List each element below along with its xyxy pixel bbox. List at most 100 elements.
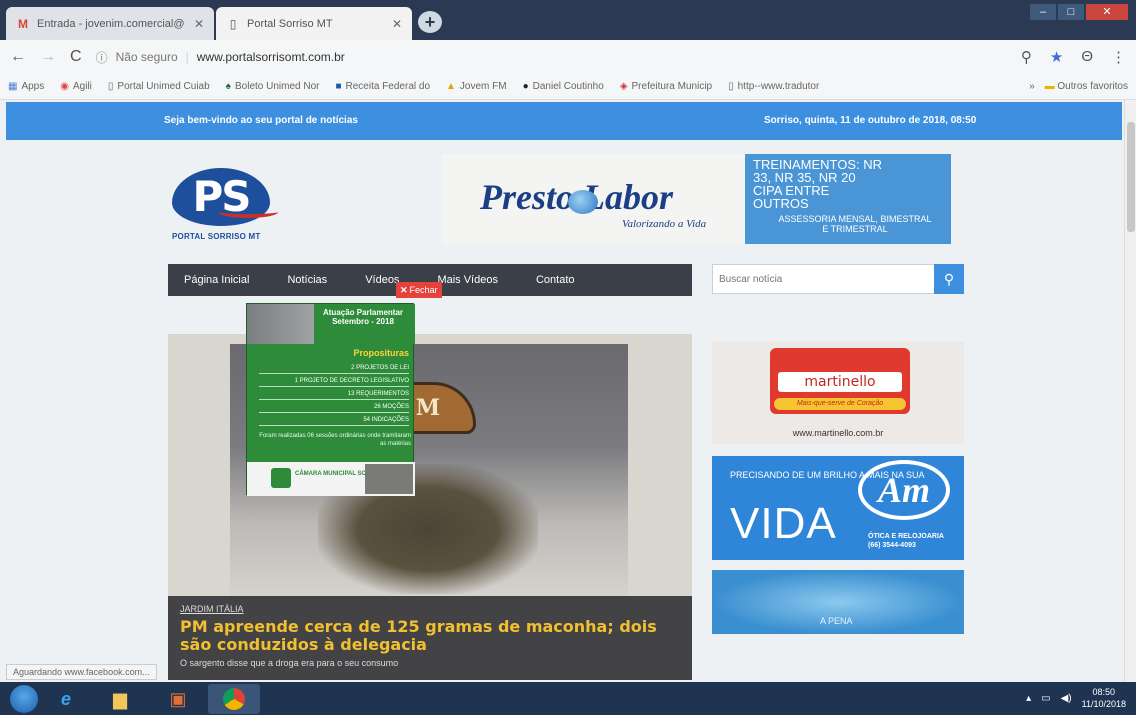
city-seal-icon: [271, 468, 291, 488]
am-otica-ad[interactable]: PRECISANDO DE UM BRILHO A MAIS NA SUA VI…: [712, 456, 964, 560]
internet-explorer-icon[interactable]: e: [48, 687, 84, 711]
article-lead: O sargento disse que a droga era para o …: [180, 658, 399, 668]
bookmark-icon: ▲: [446, 81, 456, 92]
system-tray: ▴ ▭ ◀) 08:50 11/10/2018: [1026, 686, 1126, 710]
bookmark-prefeitura[interactable]: ◈ Prefeitura Municip: [620, 81, 712, 92]
profile-icon[interactable]: Θ: [1081, 48, 1093, 66]
url-text[interactable]: www.portalsorrisomt.com.br: [197, 50, 345, 64]
popup-row: 2 PROJETOS DE LEI: [259, 362, 409, 374]
bookmark-unimed-cuiaba[interactable]: ▯ Portal Unimed Cuiab: [108, 81, 210, 92]
toolbar-actions: ⚲ ★ Θ ⋮: [1021, 48, 1126, 66]
search-box: ⚲: [712, 264, 964, 294]
status-text: Aguardando www.facebook.com...: [6, 664, 157, 680]
banner-title: TREINAMENTOS: NR 33, NR 35, NR 20 CIPA E…: [753, 157, 883, 211]
martinello-url: www.martinello.com.br: [792, 428, 884, 438]
logo-swoosh: [218, 206, 278, 218]
windows-taskbar: e ▆ ▣ ▴ ▭ ◀) 08:50 11/10/2018: [0, 682, 1136, 715]
popup-section: Proposituras: [353, 348, 409, 358]
scrollbar-thumb[interactable]: [1127, 122, 1135, 232]
info-icon[interactable]: ⓘ: [96, 49, 108, 66]
clock[interactable]: 08:50 11/10/2018: [1082, 686, 1126, 710]
popup-footer: Foram realizadas 06 sessões ordinárias o…: [259, 433, 411, 447]
top-strip: Seja bem-vindo ao seu portal de notícias…: [6, 102, 1122, 140]
bookmark-boleto-unimed[interactable]: ♠ Boleto Unimed Nor: [226, 81, 320, 92]
banner-info-box: TREINAMENTOS: NR 33, NR 35, NR 20 CIPA E…: [745, 154, 951, 244]
back-icon[interactable]: ←: [10, 48, 26, 66]
bookmark-receita-federal[interactable]: ■ Receita Federal do: [335, 81, 430, 92]
file-explorer-icon[interactable]: ▆: [102, 687, 138, 711]
volume-icon[interactable]: ◀): [1061, 693, 1072, 704]
chrome-icon: [223, 688, 245, 710]
bookmark-star-icon[interactable]: ★: [1050, 48, 1063, 66]
bookmark-daniel-coutinho[interactable]: ● Daniel Coutinho: [523, 81, 604, 92]
bookmarks-overflow: » ▬ Outros favoritos: [1029, 81, 1128, 92]
martinello-name: martinello: [778, 372, 902, 392]
forward-icon[interactable]: →: [40, 48, 56, 66]
site-logo[interactable]: PS PORTAL SORRISO MT: [168, 168, 278, 244]
start-button[interactable]: [10, 685, 38, 713]
date-text: Sorriso, quinta, 11 de outubro de 2018, …: [764, 115, 977, 126]
tab-portal-sorriso[interactable]: ▯ Portal Sorriso MT ✕: [216, 7, 412, 40]
martinello-tagline: Mais-que-serve de Coração: [774, 398, 906, 410]
search-input[interactable]: [713, 265, 935, 293]
bookmark-agili[interactable]: ◉ Agili: [60, 81, 92, 92]
bookmarks-bar: ▦ Apps ◉ Agili ▯ Portal Unimed Cuiab ♠ Bolet…: [0, 74, 1136, 100]
media-player-icon[interactable]: ▣: [160, 687, 196, 711]
popup-ad[interactable]: Atuação Parlamentar Setembro - 2018 Prop…: [246, 303, 415, 496]
tray-arrow-icon[interactable]: ▴: [1026, 693, 1031, 704]
other-bookmarks[interactable]: ▬ Outros favoritos: [1045, 81, 1128, 92]
third-ad[interactable]: A PENA: [712, 570, 964, 634]
more-bookmarks-icon[interactable]: »: [1029, 81, 1035, 92]
bookmark-icon: ◉: [60, 81, 69, 92]
nav-home[interactable]: Página Inicial: [168, 274, 269, 286]
close-tab-icon[interactable]: ✕: [392, 17, 402, 31]
menu-icon[interactable]: ⋮: [1111, 48, 1126, 66]
clock-date: 11/10/2018: [1081, 699, 1126, 709]
tab-label: Portal Sorriso MT: [247, 17, 333, 30]
reload-icon[interactable]: C: [70, 48, 82, 66]
article-caption: JARDIM ITÁLIA PM apreende cerca de 125 g…: [168, 596, 692, 680]
tab-label: Entrada - jovenim.comercial@: [37, 17, 185, 30]
popup-row: 54 INDICAÇÕES: [259, 414, 409, 426]
nav-contact[interactable]: Contato: [518, 274, 595, 286]
bookmark-jovem-fm[interactable]: ▲ Jovem FM: [446, 81, 507, 92]
bookmark-tradutor[interactable]: ▯ http--www.tradutor: [728, 81, 819, 92]
article-headline[interactable]: PM apreende cerca de 125 gramas de macon…: [180, 618, 680, 654]
popup-row: 26 MOÇÕES: [259, 401, 409, 413]
page-scrollbar[interactable]: [1124, 100, 1136, 682]
page-icon: ▯: [229, 16, 237, 31]
close-popup-button[interactable]: ✕ Fechar: [396, 282, 442, 298]
bookmark-icon: ■: [335, 81, 342, 92]
banner-slogan: Valorizando a Vida: [622, 218, 707, 230]
martinello-ad[interactable]: martinello Mais-que-serve de Coração www…: [712, 342, 964, 444]
close-icon: ✕: [400, 285, 408, 295]
bookmark-apps[interactable]: ▦ Apps: [8, 81, 44, 92]
window-controls: – □ ✕: [1030, 4, 1128, 20]
search-icon: ⚲: [943, 271, 955, 287]
close-window-button[interactable]: ✕: [1086, 4, 1128, 20]
bookmark-icon: ◈: [619, 81, 628, 92]
maximize-button[interactable]: □: [1058, 4, 1084, 20]
presto-labor-banner[interactable]: Presto Labor Valorizando a Vida TREINAME…: [442, 154, 951, 244]
zoom-icon[interactable]: ⚲: [1021, 48, 1032, 66]
popup-title: Atuação Parlamentar Setembro - 2018: [322, 308, 404, 326]
tab-gmail[interactable]: M Entrada - jovenim.comercial@ ✕: [6, 7, 214, 40]
page-icon: ▯: [728, 81, 734, 92]
search-button[interactable]: ⚲: [934, 264, 964, 294]
welcome-text: Seja bem-vindo ao seu portal de notícias: [164, 115, 358, 126]
network-icon[interactable]: ▭: [1041, 693, 1050, 704]
separator: |: [185, 50, 189, 64]
chrome-taskbar-button[interactable]: [208, 684, 260, 714]
url-field[interactable]: ⓘ Não seguro | www.portalsorrisomt.com.b…: [96, 49, 345, 66]
popup-row: 1 PROJETO DE DECRETO LEGISLATIVO: [259, 375, 409, 387]
am-big-text: VIDA: [730, 499, 837, 548]
address-bar: ← → C ⓘ Não seguro | www.portalsorrisomt…: [0, 40, 1136, 74]
article-category[interactable]: JARDIM ITÁLIA: [180, 604, 244, 614]
security-label: Não seguro: [115, 50, 178, 64]
new-tab-button[interactable]: +: [418, 11, 442, 33]
minimize-button[interactable]: –: [1030, 4, 1056, 20]
folder-icon: ▬: [1044, 81, 1055, 92]
bookmark-icon: ●: [522, 81, 529, 92]
nav-news[interactable]: Notícias: [269, 274, 347, 286]
close-tab-icon[interactable]: ✕: [194, 17, 204, 31]
